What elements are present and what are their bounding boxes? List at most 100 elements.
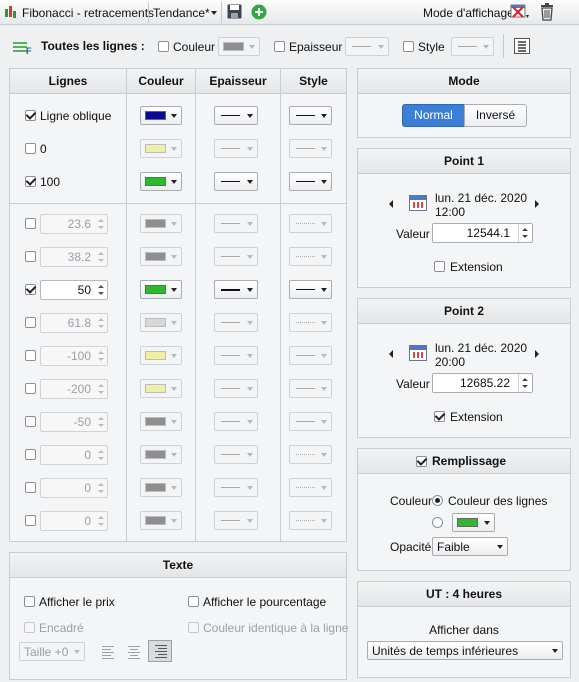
all-lines-style-checkbox[interactable]: [403, 41, 414, 52]
align-center-button[interactable]: [122, 641, 146, 663]
fill-custom-color-radio[interactable]: [432, 517, 443, 528]
point1-extension-checkbox[interactable]: [434, 261, 445, 272]
add-icon[interactable]: [251, 4, 267, 20]
line-style-select[interactable]: [289, 444, 332, 464]
line-thickness-select[interactable]: [214, 105, 258, 125]
level-value-input[interactable]: 0: [40, 477, 108, 498]
line-thickness-select[interactable]: [214, 378, 258, 398]
list-settings-icon[interactable]: [514, 38, 530, 54]
line-thickness-select[interactable]: [214, 138, 258, 158]
line-visible-checkbox[interactable]: [25, 382, 36, 394]
line-color-select[interactable]: [140, 411, 182, 431]
point1-value-input[interactable]: 12544.1: [432, 223, 533, 243]
spin-up-icon[interactable]: [98, 482, 104, 486]
line-style-select[interactable]: [289, 477, 332, 497]
spin-down-icon[interactable]: [98, 489, 104, 493]
line-visible-checkbox[interactable]: [25, 142, 36, 154]
fill-opacity-select[interactable]: Faible: [432, 537, 508, 556]
line-color-select[interactable]: [140, 378, 182, 398]
point1-date[interactable]: lun. 21 déc. 2020: [435, 191, 527, 205]
point2-time[interactable]: 20:00: [435, 355, 465, 369]
line-style-select[interactable]: [289, 411, 332, 431]
line-thickness-select[interactable]: [214, 411, 258, 431]
align-left-button[interactable]: [96, 641, 120, 663]
display-mode-icon[interactable]: [510, 2, 532, 22]
line-color-select[interactable]: [140, 279, 182, 299]
spin-up-icon[interactable]: [98, 383, 104, 387]
line-style-select[interactable]: [289, 171, 332, 191]
line-color-select[interactable]: [140, 171, 182, 191]
show-price-checkbox[interactable]: [24, 596, 35, 607]
level-value-input[interactable]: 0: [40, 510, 108, 531]
point2-date[interactable]: lun. 21 déc. 2020: [435, 341, 527, 355]
spin-down-icon[interactable]: [98, 291, 104, 295]
line-visible-checkbox[interactable]: [25, 514, 36, 526]
line-thickness-select[interactable]: [214, 246, 258, 266]
spin-down-icon[interactable]: [98, 456, 104, 460]
trash-icon[interactable]: [540, 3, 554, 21]
line-style-select[interactable]: [289, 312, 332, 332]
line-color-select[interactable]: [140, 510, 182, 530]
line-thickness-select[interactable]: [214, 213, 258, 233]
mode-normal-button[interactable]: Normal: [402, 104, 465, 127]
align-right-button[interactable]: [148, 640, 172, 662]
line-visible-checkbox[interactable]: [25, 250, 36, 262]
show-in-select[interactable]: Unités de temps inférieures: [367, 641, 563, 660]
spin-up-icon[interactable]: [98, 449, 104, 453]
line-visible-checkbox[interactable]: [25, 217, 36, 229]
point2-value-input[interactable]: 12685.22: [432, 373, 533, 393]
line-color-select[interactable]: [140, 312, 182, 332]
mode-inverse-button[interactable]: Inversé: [464, 104, 527, 127]
line-visible-checkbox[interactable]: [25, 481, 36, 493]
text-size-select[interactable]: Taille +0: [19, 642, 85, 661]
line-style-select[interactable]: [289, 138, 332, 158]
level-value-input[interactable]: -100: [40, 345, 108, 366]
spin-down-icon[interactable]: [98, 225, 104, 229]
all-lines-color-select[interactable]: [218, 37, 260, 56]
spin-down-icon[interactable]: [98, 390, 104, 394]
level-value-input[interactable]: 0: [40, 444, 108, 465]
style-select[interactable]: Tendance*: [153, 6, 210, 20]
spin-down-icon[interactable]: [98, 357, 104, 361]
all-lines-thickness-select[interactable]: [345, 37, 389, 56]
line-style-select[interactable]: [289, 378, 332, 398]
level-value-input[interactable]: 23.6: [40, 213, 108, 234]
spin-up-icon[interactable]: [98, 251, 104, 255]
line-style-select[interactable]: [289, 345, 332, 365]
line-thickness-select[interactable]: [214, 510, 258, 530]
spin-up-icon[interactable]: [98, 515, 104, 519]
line-style-select[interactable]: [289, 279, 332, 299]
save-icon[interactable]: [227, 4, 242, 19]
fill-checkbox[interactable]: [416, 456, 427, 467]
fill-line-colors-radio[interactable]: [432, 495, 443, 506]
line-visible-checkbox[interactable]: [25, 283, 36, 295]
line-color-select[interactable]: [140, 345, 182, 365]
spin-up-icon[interactable]: [98, 350, 104, 354]
show-percentage-checkbox[interactable]: [188, 596, 199, 607]
spin-up-icon[interactable]: [98, 317, 104, 321]
point1-spin-up-icon[interactable]: [522, 228, 528, 231]
point1-next-arrow[interactable]: [535, 200, 539, 208]
point1-spin-down-icon[interactable]: [522, 235, 528, 238]
line-visible-checkbox[interactable]: [25, 109, 36, 121]
spin-down-icon[interactable]: [98, 324, 104, 328]
line-style-select[interactable]: [289, 510, 332, 530]
line-color-select[interactable]: [140, 246, 182, 266]
line-thickness-select[interactable]: [214, 312, 258, 332]
level-value-input[interactable]: 38.2: [40, 246, 108, 267]
line-visible-checkbox[interactable]: [25, 316, 36, 328]
all-lines-thickness-checkbox[interactable]: [274, 41, 285, 52]
line-color-select[interactable]: [140, 477, 182, 497]
line-color-select[interactable]: [140, 213, 182, 233]
line-visible-checkbox[interactable]: [25, 448, 36, 460]
point2-next-arrow[interactable]: [535, 350, 539, 358]
line-style-select[interactable]: [289, 105, 332, 125]
point2-calendar-icon[interactable]: [409, 345, 427, 361]
point2-prev-arrow[interactable]: [389, 350, 393, 358]
all-lines-color-checkbox[interactable]: [158, 41, 169, 52]
point2-extension-checkbox[interactable]: [434, 411, 445, 422]
line-visible-checkbox[interactable]: [25, 415, 36, 427]
framed-checkbox[interactable]: [24, 622, 35, 633]
line-color-select[interactable]: [140, 105, 182, 125]
same-color-checkbox[interactable]: [188, 622, 199, 633]
